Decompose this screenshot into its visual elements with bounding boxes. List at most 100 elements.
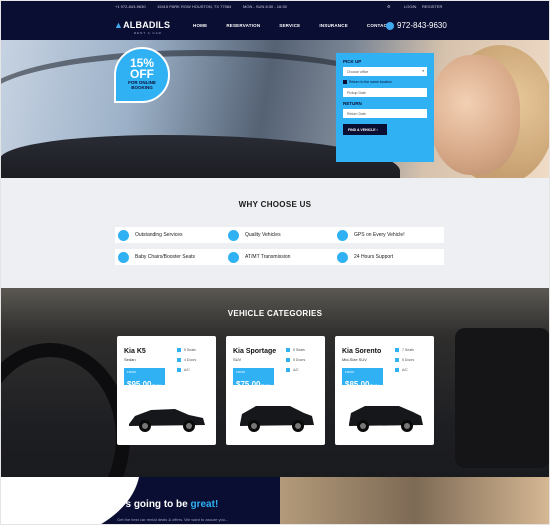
seat-icon [395,348,399,352]
promo-tagline: It's going to be great! [117,499,218,510]
vehicle-card[interactable]: Kia K5 Sedan FROM $95.00/DAY 5 Seats 4 Do… [117,336,216,445]
office-select[interactable]: Choose office ▾ [343,67,427,76]
gear-shift-icon [228,251,239,263]
car-image [240,406,314,432]
price-value: $85.00 [345,380,370,389]
spec-ac-label: A/C [402,368,408,372]
why-title: WHY CHOOSE US [238,200,312,209]
logo-text: ALBADILS [123,20,171,30]
return-date-placeholder: Return Date [347,112,366,116]
find-vehicle-label: FIND A VEHICLE [348,128,376,132]
seat-icon [177,348,181,352]
clock-icon [337,251,348,263]
feature-label: 24 Hours Support [354,254,394,260]
vehicle-type: SUV [233,357,242,362]
price-tag: FROM $95.00/DAY [124,368,165,389]
vehicle-type: Mid-Size SUV [342,357,367,362]
feature-item: GPS on Every Vehicle! [334,227,444,243]
spec-seats-label: 7 Seats [402,348,414,352]
tagline-accent: great! [190,499,219,510]
tagline-start: It's going to be [117,499,191,510]
discount-badge: 15% OFF FOR ONLINE BOOKING [114,47,170,103]
return-same-checkbox[interactable]: Return to the same location [343,80,427,84]
snowflake-icon [395,368,399,372]
spec-ac-label: A/C [293,368,299,372]
price-from: FROM [345,370,354,374]
feature-label: Quality Vehicles [245,232,281,238]
dashboard-vent-bg [455,328,550,468]
spec-doors: 4 Doors [177,358,196,362]
spec-ac-label: A/C [184,368,190,372]
spec-ac: A/C [395,368,408,372]
vehicle-card[interactable]: Kia Sportage SUV FROM $75.00/DAY 5 Seats … [226,336,325,445]
snowflake-icon [177,368,181,372]
price-tag: FROM $85.00/DAY [342,368,383,389]
nav-service[interactable]: SERVICE [279,23,300,28]
badge-off: OFF [130,67,154,81]
feature-item: 24 Hours Support [334,249,444,265]
return-same-label: Return to the same location [349,80,392,84]
promo-section: It's going to be great! Get the best car… [0,477,550,525]
car-image [349,406,423,432]
seat-icon [286,348,290,352]
return-label: RETURN [343,101,362,106]
spec-doors-label: 5 Doors [293,358,306,362]
pickup-date-input[interactable]: Pickup Date [343,88,427,97]
return-date-input[interactable]: Return Date [343,109,427,118]
feature-label: Outstanding Services [135,232,183,238]
why-choose-us-section: WHY CHOOSE US Outstanding Services Quali… [0,178,550,288]
find-vehicle-button[interactable]: FIND A VEHICLE › [343,124,387,135]
vehicle-name: Kia K5 [124,348,146,355]
snowflake-icon [286,368,290,372]
logo[interactable]: ▲ALBADILS RENT A CAR [114,20,170,35]
spec-seats-label: 5 Seats [293,348,305,352]
price-per: /DAY [260,383,270,388]
badge-line2: BOOKING [131,85,153,90]
feature-label: Baby Chairs/Booster Seats [135,254,196,260]
topbar-phone[interactable]: +1 972-843-9630 [115,4,146,9]
header-phone[interactable]: 972-843-9630 [386,21,447,30]
phone-icon [386,21,394,30]
spec-doors-label: 4 Doors [184,358,197,362]
spec-seats: 5 Seats [286,348,305,352]
header-phone-number: 972-843-9630 [397,21,447,30]
hero-banner [0,40,550,178]
spec-seats: 7 Seats [395,348,414,352]
top-bar: +1 972-843-9630 19415 PARK ROW HOUSTON, … [0,0,550,12]
vehicle-card[interactable]: Kia Sorento Mid-Size SUV FROM $85.00/DAY … [335,336,434,445]
nav-reservation[interactable]: RESERVATION [226,23,260,28]
car-image [129,409,205,432]
vehicle-name: Kia Sorento [342,348,382,355]
spec-doors: 5 Doors [286,358,305,362]
door-icon [395,358,399,362]
settings-icon[interactable]: ⚙ [387,4,391,9]
baby-seat-icon [118,251,129,263]
feature-item: Quality Vehicles [225,227,335,243]
promo-subtext: Get the best car rental deals & offers. … [117,517,229,522]
office-select-value: Choose office [347,70,369,74]
price-from: FROM [236,370,245,374]
logo-mark-icon: ▲ [114,20,124,30]
vehicle-type: Sedan [124,357,136,362]
spec-doors: 5 Doors [395,358,414,362]
login-link[interactable]: LOGIN [404,4,416,9]
door-icon [177,358,181,362]
register-link[interactable]: REGISTER [422,4,442,9]
nav-home[interactable]: HOME [193,23,207,28]
feature-label: AT/MT Transmission [245,254,291,260]
thumbs-up-icon [118,229,129,241]
spec-doors-label: 5 Doors [402,358,415,362]
nav-links: HOME RESERVATION SERVICE INSURANCE CONTA… [193,23,412,28]
gps-pin-icon [337,229,348,241]
topbar-hours: MON - SUN 8:30 - 16:30 [243,4,287,9]
price-tag: FROM $75.00/DAY [233,368,274,389]
nav-insurance[interactable]: INSURANCE [319,23,348,28]
price-value: $95.00 [127,380,152,389]
checkbox-icon [343,80,347,84]
page: +1 972-843-9630 19415 PARK ROW HOUSTON, … [0,0,550,525]
price-value: $75.00 [236,380,261,389]
logo-tagline: RENT A CAR [134,31,162,35]
hero-face [430,55,520,175]
categories-title: VEHICLE CATEGORIES [227,309,323,318]
topbar-address: 19415 PARK ROW HOUSTON, TX 77084 [157,4,232,9]
